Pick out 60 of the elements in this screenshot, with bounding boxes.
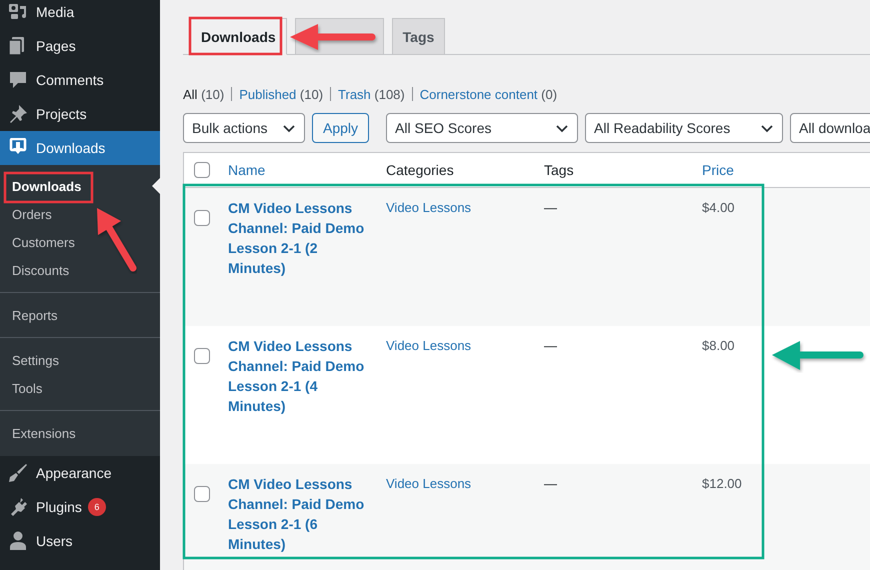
update-count-badge: 6 bbox=[88, 498, 106, 516]
category-link[interactable]: Video Lessons bbox=[386, 474, 472, 494]
menu-label: Users bbox=[36, 533, 73, 549]
column-header[interactable]: Name bbox=[228, 162, 266, 178]
table-cell-text: — bbox=[544, 199, 557, 217]
row-checkbox[interactable] bbox=[194, 348, 210, 364]
menu-label: Projects bbox=[36, 106, 87, 122]
submenu-item[interactable]: Settings bbox=[12, 352, 59, 368]
column-header: Categories bbox=[386, 162, 454, 178]
select-all-checkbox[interactable] bbox=[194, 162, 210, 178]
sidebar-item[interactable]: Media bbox=[0, 0, 160, 29]
submenu-item[interactable]: Customers bbox=[12, 234, 75, 250]
row-checkbox[interactable] bbox=[194, 486, 210, 502]
table-cell-text: — bbox=[544, 475, 557, 493]
status-filter-link[interactable]: Published (10) bbox=[239, 86, 324, 102]
category-link[interactable]: Video Lessons bbox=[386, 336, 472, 356]
menu-label: Pages bbox=[36, 38, 76, 54]
menu-label: Plugins bbox=[36, 499, 82, 515]
status-filter-link[interactable]: Cornerstone content (0) bbox=[420, 86, 558, 102]
paintbrush-icon bbox=[8, 463, 28, 483]
price-cell-text: $8.00 bbox=[702, 337, 735, 355]
user-icon bbox=[8, 531, 28, 551]
submenu-item[interactable]: Downloads bbox=[12, 178, 82, 194]
sidebar-item[interactable]: Appearance bbox=[0, 456, 160, 490]
speech-bubble-icon bbox=[8, 70, 28, 90]
submenu-item[interactable]: Discounts bbox=[12, 262, 70, 278]
menu-label: Downloads bbox=[36, 140, 106, 156]
tab[interactable]: Tags bbox=[392, 18, 446, 55]
product-name-link[interactable]: CM Video Lessons Channel: Paid Demo Lesson 2-1 (2 Minutes) bbox=[228, 198, 368, 278]
price-cell-text: $12.00 bbox=[702, 475, 742, 493]
sidebar-item[interactable]: Plugins 6 bbox=[0, 490, 160, 524]
product-name-link[interactable]: CM Video Lessons Channel: Paid Demo Lesson 2-1 (6 Minutes) bbox=[228, 474, 368, 554]
submenu-item[interactable]: Orders bbox=[12, 206, 52, 222]
table-cell-text: — bbox=[544, 337, 557, 355]
category-link[interactable]: Video Lessons bbox=[386, 198, 472, 218]
filter-dropdown[interactable]: All SEO Scores bbox=[386, 113, 578, 143]
sidebar-item[interactable]: Comments bbox=[0, 63, 160, 97]
menu-label: Appearance bbox=[36, 465, 112, 481]
sidebar-item[interactable]: Projects bbox=[0, 97, 160, 131]
current-pointer-icon bbox=[152, 178, 160, 194]
menu-label: Media bbox=[36, 4, 74, 20]
column-header: Tags bbox=[544, 162, 574, 178]
menu-label: Comments bbox=[36, 72, 104, 88]
bulk-actions-dropdown[interactable]: Bulk actions bbox=[183, 113, 305, 143]
sidebar-item[interactable]: Users bbox=[0, 524, 160, 558]
submenu-item[interactable]: Tools bbox=[12, 380, 42, 396]
submenu-item[interactable]: Extensions bbox=[12, 426, 76, 440]
pushpin-icon bbox=[8, 104, 28, 124]
status-filter-link[interactable]: All (10) bbox=[183, 86, 224, 102]
sidebar-item[interactable]: Downloads bbox=[0, 131, 160, 165]
filter-dropdown[interactable]: All Readability Scores bbox=[585, 113, 784, 143]
apply-button[interactable]: Apply bbox=[312, 113, 370, 143]
column-header[interactable]: Price bbox=[702, 162, 734, 178]
submenu-item[interactable]: Reports bbox=[12, 308, 58, 322]
price-cell-text: $4.00 bbox=[702, 199, 735, 217]
row-checkbox[interactable] bbox=[194, 210, 210, 226]
pointer-arrow bbox=[97, 208, 136, 272]
product-name-link[interactable]: CM Video Lessons Channel: Paid Demo Lesson 2-1 (4 Minutes) bbox=[228, 336, 368, 416]
status-filter-link[interactable]: Trash (108) bbox=[338, 86, 405, 102]
sidebar-item[interactable]: Pages bbox=[0, 29, 160, 63]
